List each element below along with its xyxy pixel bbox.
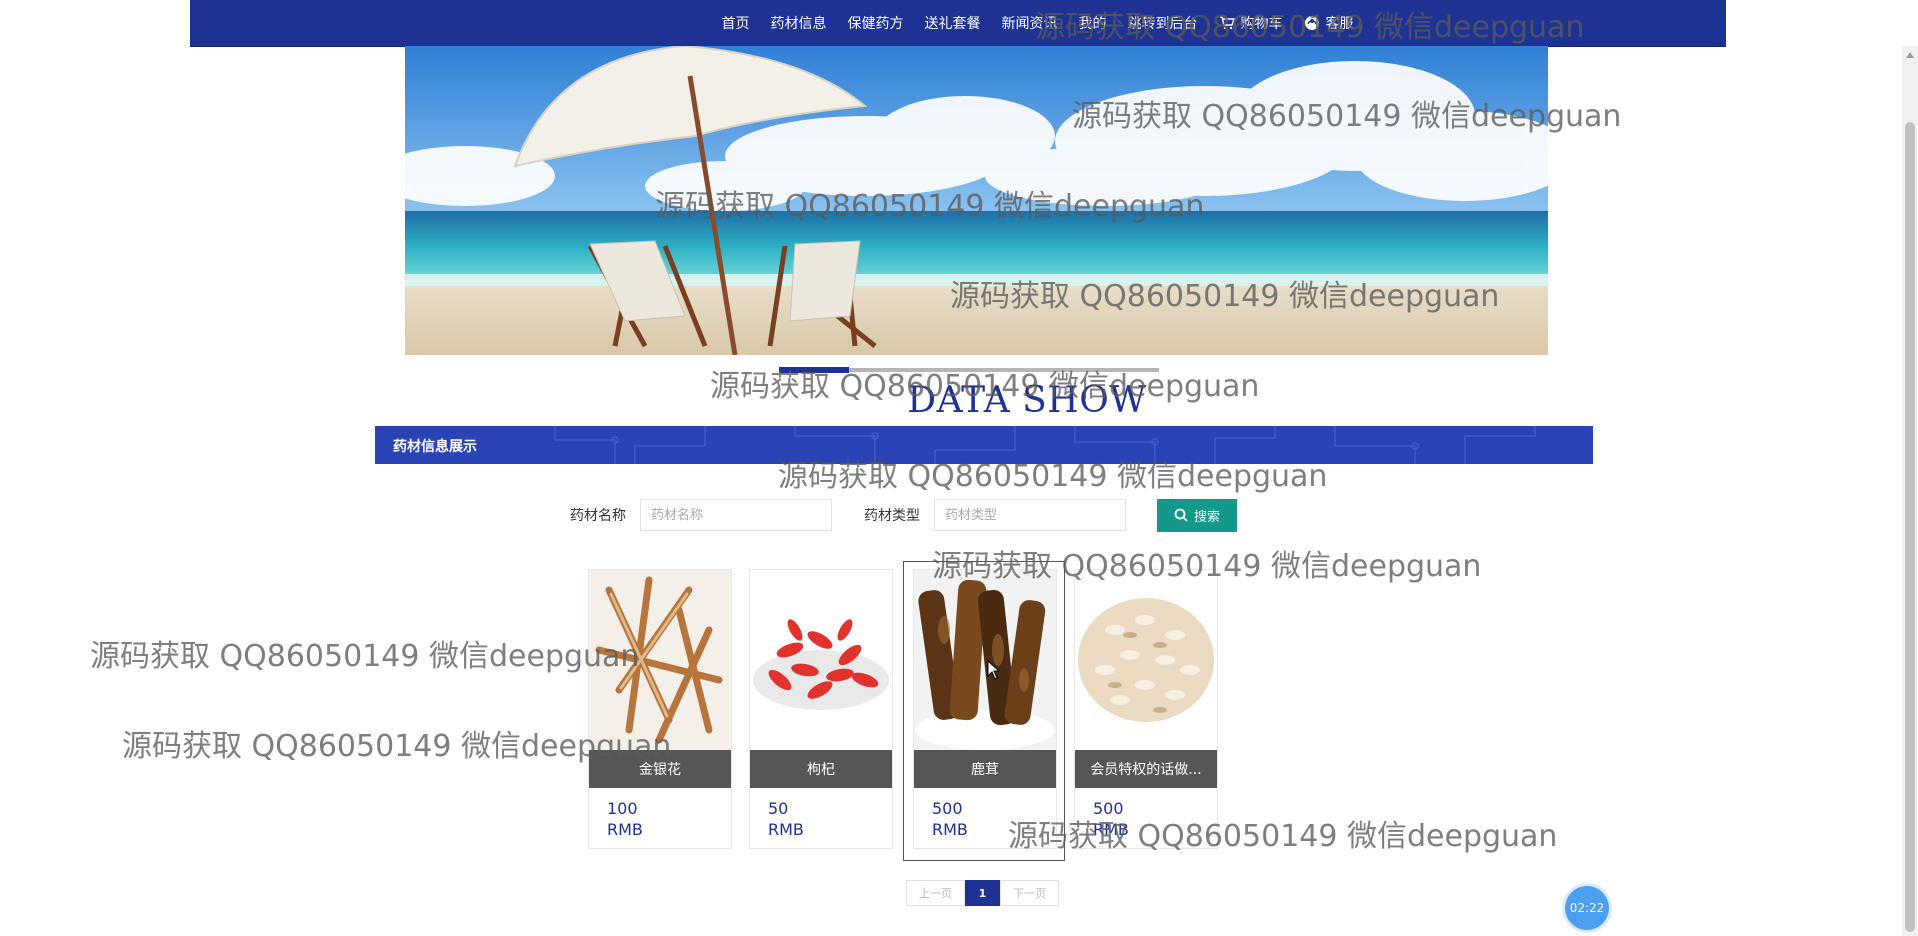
product-name: 枸杞 xyxy=(750,750,892,788)
herb-type-input[interactable] xyxy=(934,499,1126,531)
product-image xyxy=(1075,570,1217,750)
page-1-button[interactable]: 1 xyxy=(965,880,1000,906)
section-title: DATA SHOW xyxy=(907,380,1147,421)
search-icon xyxy=(1174,508,1188,522)
top-nav: 首页 药材信息 保健药方 送礼套餐 新闻资讯 我的 跳转到后台 购物车 客服 xyxy=(190,0,1726,47)
price-value: 100 xyxy=(607,799,638,818)
price-value: 50 xyxy=(768,799,789,818)
price-unit: RMB xyxy=(1093,820,1129,839)
nav-item-herbs[interactable]: 药材信息 xyxy=(771,13,827,33)
nav-item-gift-packages[interactable]: 送礼套餐 xyxy=(925,13,981,33)
nav-item-recipes[interactable]: 保健药方 xyxy=(848,13,904,33)
product-price: 100 RMB xyxy=(589,788,731,840)
mouse-cursor-icon xyxy=(987,660,1001,680)
product-image xyxy=(914,570,1056,750)
customer-service-icon xyxy=(1304,16,1319,30)
circuit-pattern-decoration xyxy=(554,426,1536,464)
herb-name-label: 药材名称 xyxy=(570,508,626,524)
search-button-label: 搜索 xyxy=(1193,509,1220,525)
herb-name-input[interactable] xyxy=(640,499,832,531)
product-card[interactable]: 金银花 100 RMB xyxy=(588,569,732,849)
title-underline-accent xyxy=(779,367,849,373)
nav-menu: 首页 药材信息 保健药方 送礼套餐 新闻资讯 我的 跳转到后台 购物车 客服 xyxy=(722,13,1375,33)
herb-type-label: 药材类型 xyxy=(864,508,920,524)
product-image xyxy=(589,570,731,750)
scrollbar[interactable] xyxy=(1902,46,1918,936)
banner-image xyxy=(405,46,1548,355)
section-header-bar: 药材信息展示 xyxy=(375,426,1593,464)
prev-page-button[interactable]: 上一页 xyxy=(906,880,965,906)
product-name: 金银花 xyxy=(589,750,731,788)
pagination: 上一页 1 下一页 xyxy=(906,880,1059,906)
product-card[interactable]: 会员特权的话做... 500 RMB xyxy=(1074,569,1218,849)
nav-cart-label: 购物车 xyxy=(1240,16,1283,32)
nav-item-home[interactable]: 首页 xyxy=(722,13,750,33)
price-unit: RMB xyxy=(768,820,804,839)
product-card[interactable]: 鹿茸 500 RMB xyxy=(913,569,1057,849)
product-price: 50 RMB xyxy=(750,788,892,840)
product-price: 500 RMB xyxy=(914,788,1056,840)
product-name: 会员特权的话做... xyxy=(1075,750,1217,788)
watermark: 源码获取 QQ86050149 微信deepguan xyxy=(90,639,640,674)
nav-item-mine[interactable]: 我的 xyxy=(1079,13,1107,33)
nav-item-cart[interactable]: 购物车 xyxy=(1219,13,1283,33)
scroll-thumb[interactable] xyxy=(1905,122,1915,932)
price-unit: RMB xyxy=(932,820,968,839)
search-form: 药材名称 药材类型 搜索 xyxy=(570,498,1237,532)
nav-item-service[interactable]: 客服 xyxy=(1304,13,1354,33)
product-card[interactable]: 枸杞 50 RMB xyxy=(749,569,893,849)
price-value: 500 xyxy=(1093,799,1124,818)
next-page-button[interactable]: 下一页 xyxy=(1000,880,1059,906)
cart-icon xyxy=(1219,16,1235,30)
nav-item-admin[interactable]: 跳转到后台 xyxy=(1128,13,1198,33)
nav-item-news[interactable]: 新闻资讯 xyxy=(1002,13,1058,33)
search-button[interactable]: 搜索 xyxy=(1157,498,1237,532)
timer-badge[interactable]: 02:22 xyxy=(1565,886,1609,930)
product-name: 鹿茸 xyxy=(914,750,1056,788)
price-unit: RMB xyxy=(607,820,643,839)
price-value: 500 xyxy=(932,799,963,818)
nav-service-label: 客服 xyxy=(1325,16,1354,32)
product-image xyxy=(750,570,892,750)
product-price: 500 RMB xyxy=(1075,788,1217,840)
section-bar-label: 药材信息展示 xyxy=(393,439,477,455)
scroll-up-arrow-icon[interactable] xyxy=(1906,52,1914,58)
